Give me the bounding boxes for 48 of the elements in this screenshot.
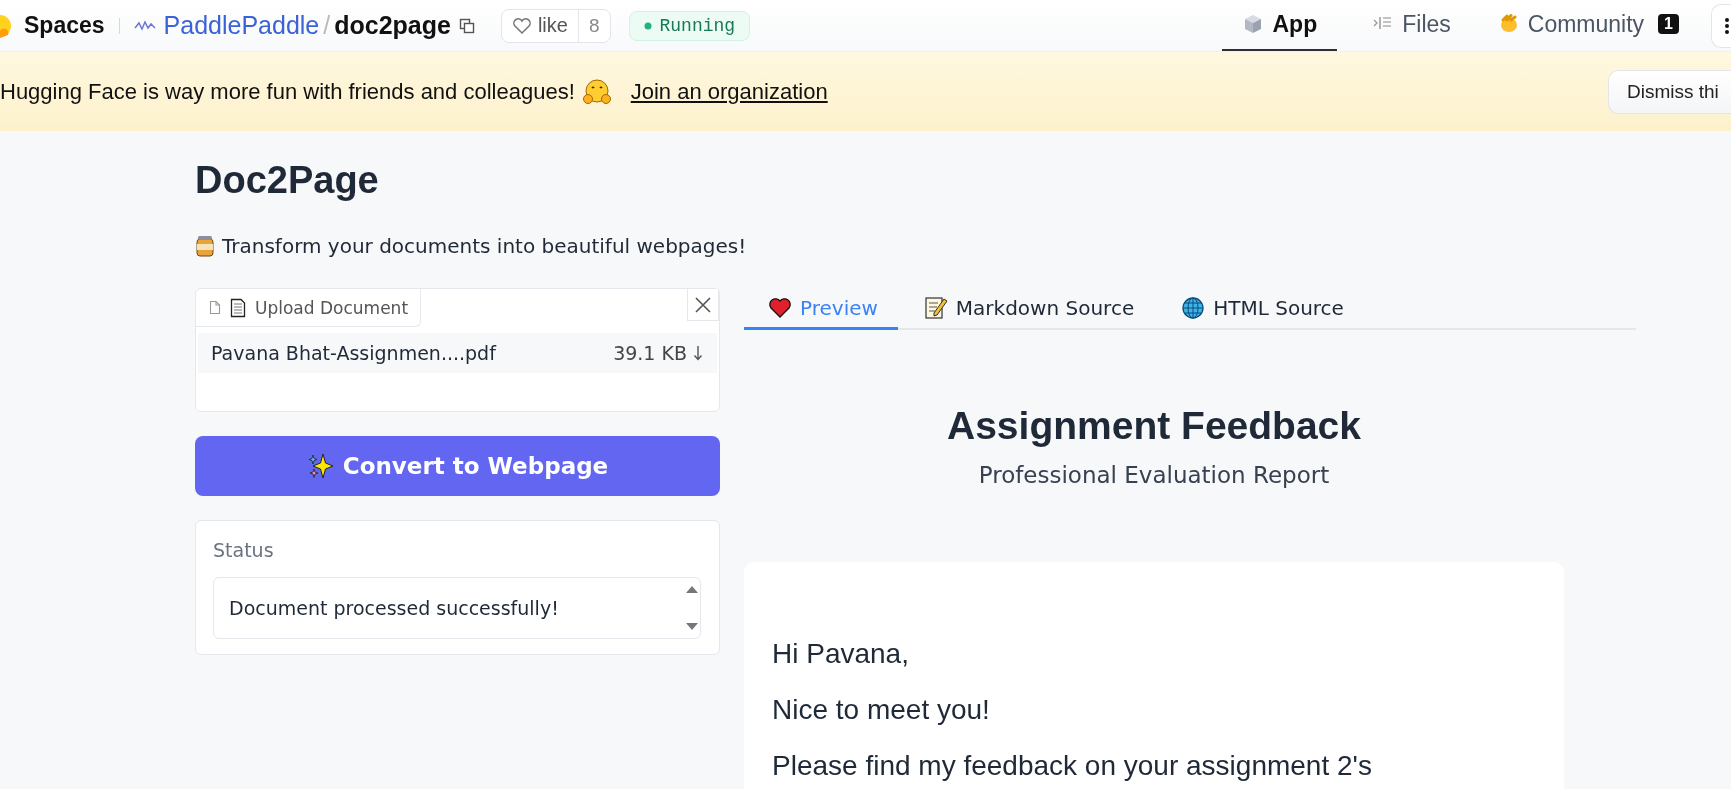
like-button[interactable]: like [501, 9, 579, 42]
join-organization-link[interactable]: Join an organization [630, 78, 828, 105]
status-dot-icon [643, 21, 652, 30]
copy-icon [458, 17, 475, 34]
file-name: Pavana Bhat-Assignmen....pdf [211, 342, 498, 364]
sparkles-icon [306, 452, 335, 480]
clear-button[interactable] [687, 289, 719, 321]
download-icon [693, 345, 703, 361]
preview-paragraph: Hi Pavana, [772, 638, 910, 670]
output-tab[interactable]: HTML Source [1155, 288, 1365, 330]
app-subtitle: Transform your documents into beautiful webpages! [222, 234, 747, 258]
status-field: Document processed successfully! [213, 577, 701, 639]
preview-paragraph: Please find my feedback on your assignment 2's [772, 750, 1373, 782]
owner-logo-icon [133, 18, 156, 33]
brand-name[interactable]: Spaces [24, 12, 105, 39]
clapping-hands-icon [1498, 14, 1518, 34]
smiley-face-icon [0, 13, 12, 38]
app-title: Doc2Page [195, 159, 380, 202]
repo-link[interactable]: doc2page [334, 11, 451, 40]
document-icon [230, 297, 246, 318]
preview-paragraph: Nice to meet you! [772, 694, 991, 726]
dismiss-button[interactable]: Dismiss thi [1608, 69, 1731, 114]
upload-label: Upload Document [196, 289, 422, 327]
status-label: Status [213, 539, 275, 561]
owner-link[interactable]: PaddlePaddle [163, 11, 320, 40]
preview-heading: Assignment Feedback [946, 404, 1362, 448]
path-separator: / [323, 11, 331, 40]
banner-message: Hugging Face is way more fun with friends and colleagues! [0, 78, 575, 105]
memo-icon [923, 295, 948, 320]
running-badge: Running [628, 10, 751, 41]
heart-icon [768, 295, 792, 320]
hugging-face-icon [582, 78, 611, 105]
file-icon [209, 300, 221, 315]
close-icon [695, 296, 711, 313]
preview-subheading: Professional Evaluation Report [977, 462, 1331, 488]
more-button[interactable] [1711, 3, 1731, 48]
convert-button[interactable]: Convert to Webpage [195, 436, 720, 496]
jar-icon [195, 235, 215, 257]
nav-tab[interactable]: Community 1 [1474, 0, 1703, 51]
output-tab[interactable]: Markdown Source [897, 288, 1156, 330]
count-badge: 1 [1658, 14, 1679, 34]
file-size: 39.1 KB [613, 342, 687, 364]
like-count[interactable]: 8 [578, 9, 610, 42]
globe-icon [1181, 295, 1206, 320]
dots-icon [1725, 17, 1729, 34]
cube-icon [1243, 14, 1263, 34]
nav-tab[interactable]: Files [1349, 0, 1475, 51]
heart-icon [511, 16, 532, 35]
